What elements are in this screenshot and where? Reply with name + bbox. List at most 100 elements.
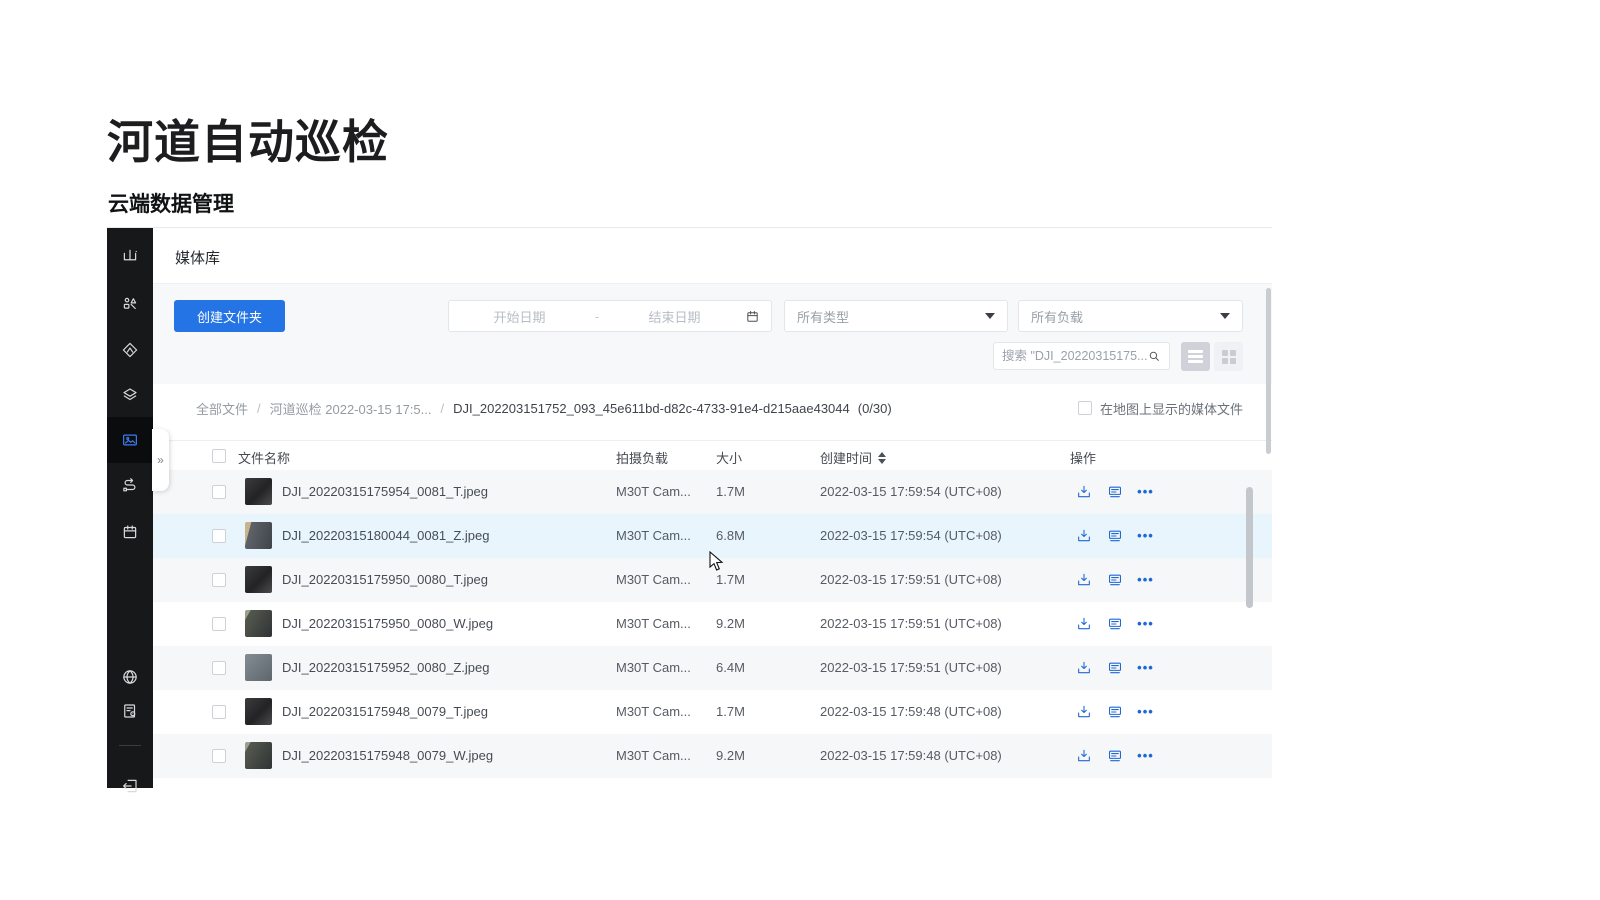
more-actions-button[interactable]: ••• (1137, 615, 1154, 632)
table-row[interactable]: DJI_20220315175952_0080_Z.jpegM30T Cam..… (153, 646, 1272, 690)
file-thumbnail[interactable] (245, 610, 272, 637)
column-operations: 操作 (1070, 448, 1096, 467)
more-actions-button[interactable]: ••• (1137, 483, 1154, 500)
file-name[interactable]: DJI_20220315175950_0080_T.jpeg (282, 572, 488, 587)
table-row[interactable]: DJI_20220315175950_0080_T.jpegM30T Cam..… (153, 558, 1272, 602)
media-transfer-button[interactable] (1106, 527, 1123, 544)
type-filter-select[interactable]: 所有类型 (784, 300, 1008, 332)
list-view-button[interactable] (1181, 342, 1210, 371)
file-size: 6.4M (716, 660, 745, 675)
more-actions-button[interactable]: ••• (1137, 703, 1154, 720)
media-transfer-button[interactable] (1106, 659, 1123, 676)
download-icon (1076, 748, 1092, 764)
table-scrollbar[interactable] (1246, 487, 1253, 608)
download-button[interactable] (1075, 659, 1092, 676)
map-filter: 在地图上显示的媒体文件 (1078, 399, 1243, 418)
media-transfer-button[interactable] (1106, 747, 1123, 764)
column-created-time[interactable]: 创建时间 (820, 448, 886, 467)
sidebar-item-logout[interactable] (107, 763, 153, 809)
sort-icon[interactable] (878, 452, 886, 464)
more-actions-button[interactable]: ••• (1137, 527, 1154, 544)
file-thumbnail[interactable] (245, 522, 272, 549)
more-actions-button[interactable]: ••• (1137, 659, 1154, 676)
payload-filter-value: 所有负载 (1031, 307, 1083, 326)
download-button[interactable] (1075, 527, 1092, 544)
file-name[interactable]: DJI_20220315180044_0081_Z.jpeg (282, 528, 489, 543)
file-thumbnail[interactable] (245, 566, 272, 593)
start-date-placeholder[interactable]: 开始日期 (449, 307, 590, 326)
file-name[interactable]: DJI_20220315175948_0079_W.jpeg (282, 748, 493, 763)
breadcrumb: 全部文件 / 河道巡检 2022-03-15 17:5... / DJI_202… (196, 398, 1243, 418)
download-icon (1076, 528, 1092, 544)
sidebar-item-calendar[interactable] (107, 509, 153, 555)
row-checkbox[interactable] (212, 485, 226, 499)
map-filter-checkbox[interactable] (1078, 401, 1092, 415)
row-checkbox[interactable] (212, 573, 226, 587)
table-row[interactable]: DJI_20220315175948_0079_W.jpegM30T Cam..… (153, 734, 1272, 778)
media-transfer-button[interactable] (1106, 483, 1123, 500)
download-button[interactable] (1075, 703, 1092, 720)
caret-down-icon (985, 313, 995, 319)
more-actions-button[interactable]: ••• (1137, 571, 1154, 588)
grid-view-button[interactable] (1214, 342, 1243, 371)
sidebar-item-fleet[interactable] (107, 281, 153, 327)
file-thumbnail[interactable] (245, 654, 272, 681)
download-button[interactable] (1075, 483, 1092, 500)
media-transfer-button[interactable] (1106, 703, 1123, 720)
sidebar-item-layers[interactable] (107, 372, 153, 418)
table-row[interactable]: DJI_20220315175948_0079_T.jpegM30T Cam..… (153, 690, 1272, 734)
row-actions: ••• (1075, 615, 1154, 632)
sidebar-item-mountain[interactable] (107, 233, 153, 279)
panel-scrollbar[interactable] (1266, 288, 1271, 454)
table-row[interactable]: DJI_20220315175950_0080_W.jpegM30T Cam..… (153, 602, 1272, 646)
date-range-picker[interactable]: 开始日期 - 结束日期 (448, 300, 772, 332)
page: 河道自动巡检 云端数据管理 » 媒体库 创建文件夹 开始日期 - 结束日期 (0, 0, 1600, 900)
column-payload: 拍摄负载 (616, 448, 668, 467)
flight-log-icon (121, 702, 139, 720)
download-icon (1076, 484, 1092, 500)
media-transfer-button[interactable] (1106, 571, 1123, 588)
row-actions: ••• (1075, 703, 1154, 720)
file-list: DJI_20220315175954_0081_T.jpegM30T Cam..… (153, 470, 1272, 778)
create-folder-button[interactable]: 创建文件夹 (174, 300, 285, 332)
file-name[interactable]: DJI_20220315175950_0080_W.jpeg (282, 616, 493, 631)
sidebar-divider (119, 745, 141, 746)
file-created-time: 2022-03-15 17:59:54 (UTC+08) (820, 484, 1002, 499)
payload-filter-select[interactable]: 所有负载 (1018, 300, 1243, 332)
search-input[interactable] (1002, 349, 1147, 363)
row-checkbox[interactable] (212, 705, 226, 719)
select-all-checkbox[interactable] (212, 449, 226, 463)
sidebar-item-flight-log[interactable] (107, 688, 153, 734)
file-name[interactable]: DJI_20220315175952_0080_Z.jpeg (282, 660, 489, 675)
search-box[interactable] (993, 342, 1170, 370)
row-checkbox[interactable] (212, 529, 226, 543)
table-row[interactable]: DJI_20220315175954_0081_T.jpegM30T Cam..… (153, 470, 1272, 514)
sidebar-expand-button[interactable]: » (152, 429, 169, 491)
download-icon (1076, 572, 1092, 588)
sidebar-item-map-pin[interactable] (107, 327, 153, 373)
map-filter-label: 在地图上显示的媒体文件 (1100, 399, 1243, 418)
sidebar-item-media-library[interactable] (107, 417, 153, 463)
file-size: 9.2M (716, 616, 745, 631)
file-name[interactable]: DJI_20220315175948_0079_T.jpeg (282, 704, 488, 719)
file-thumbnail[interactable] (245, 698, 272, 725)
row-checkbox[interactable] (212, 749, 226, 763)
table-row[interactable]: DJI_20220315180044_0081_Z.jpegM30T Cam..… (153, 514, 1272, 558)
sidebar-item-route[interactable] (107, 463, 153, 509)
download-button[interactable] (1075, 615, 1092, 632)
row-actions: ••• (1075, 527, 1154, 544)
media-transfer-button[interactable] (1106, 615, 1123, 632)
download-button[interactable] (1075, 571, 1092, 588)
search-icon[interactable] (1147, 349, 1161, 363)
breadcrumb-all-files[interactable]: 全部文件 (196, 399, 248, 418)
file-thumbnail[interactable] (245, 742, 272, 769)
row-checkbox[interactable] (212, 661, 226, 675)
row-checkbox[interactable] (212, 617, 226, 631)
file-thumbnail[interactable] (245, 478, 272, 505)
content-area: 全部文件 / 河道巡检 2022-03-15 17:5... / DJI_202… (153, 384, 1272, 788)
file-name[interactable]: DJI_20220315175954_0081_T.jpeg (282, 484, 488, 499)
breadcrumb-mission-folder[interactable]: 河道巡检 2022-03-15 17:5... (270, 399, 432, 418)
end-date-placeholder[interactable]: 结束日期 (604, 307, 745, 326)
more-actions-button[interactable]: ••• (1137, 747, 1154, 764)
download-button[interactable] (1075, 747, 1092, 764)
